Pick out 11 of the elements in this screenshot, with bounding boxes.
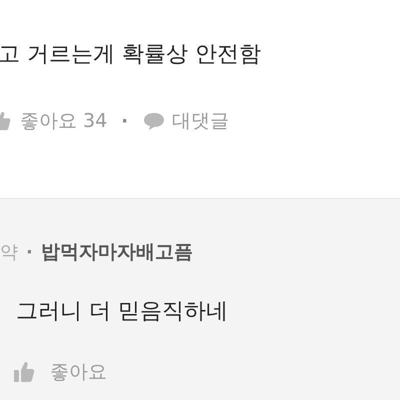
thumbs-up-icon: [12, 360, 36, 384]
separator: ·: [26, 240, 33, 264]
author-name: 밥먹자마자배고픔: [40, 240, 193, 265]
reply-text: 그러니 더 믿음직하네: [15, 298, 229, 326]
separator: ·: [121, 110, 128, 134]
author-prefix: 약: [0, 240, 18, 264]
reply-button[interactable]: 대댓글: [172, 106, 230, 136]
like-button[interactable]: 좋아요: [50, 358, 107, 386]
like-button[interactable]: 좋아요 34: [20, 106, 108, 136]
speech-bubble-icon: [142, 111, 166, 131]
comment-text: 고 거르는게 확률상 안전함: [0, 41, 262, 69]
